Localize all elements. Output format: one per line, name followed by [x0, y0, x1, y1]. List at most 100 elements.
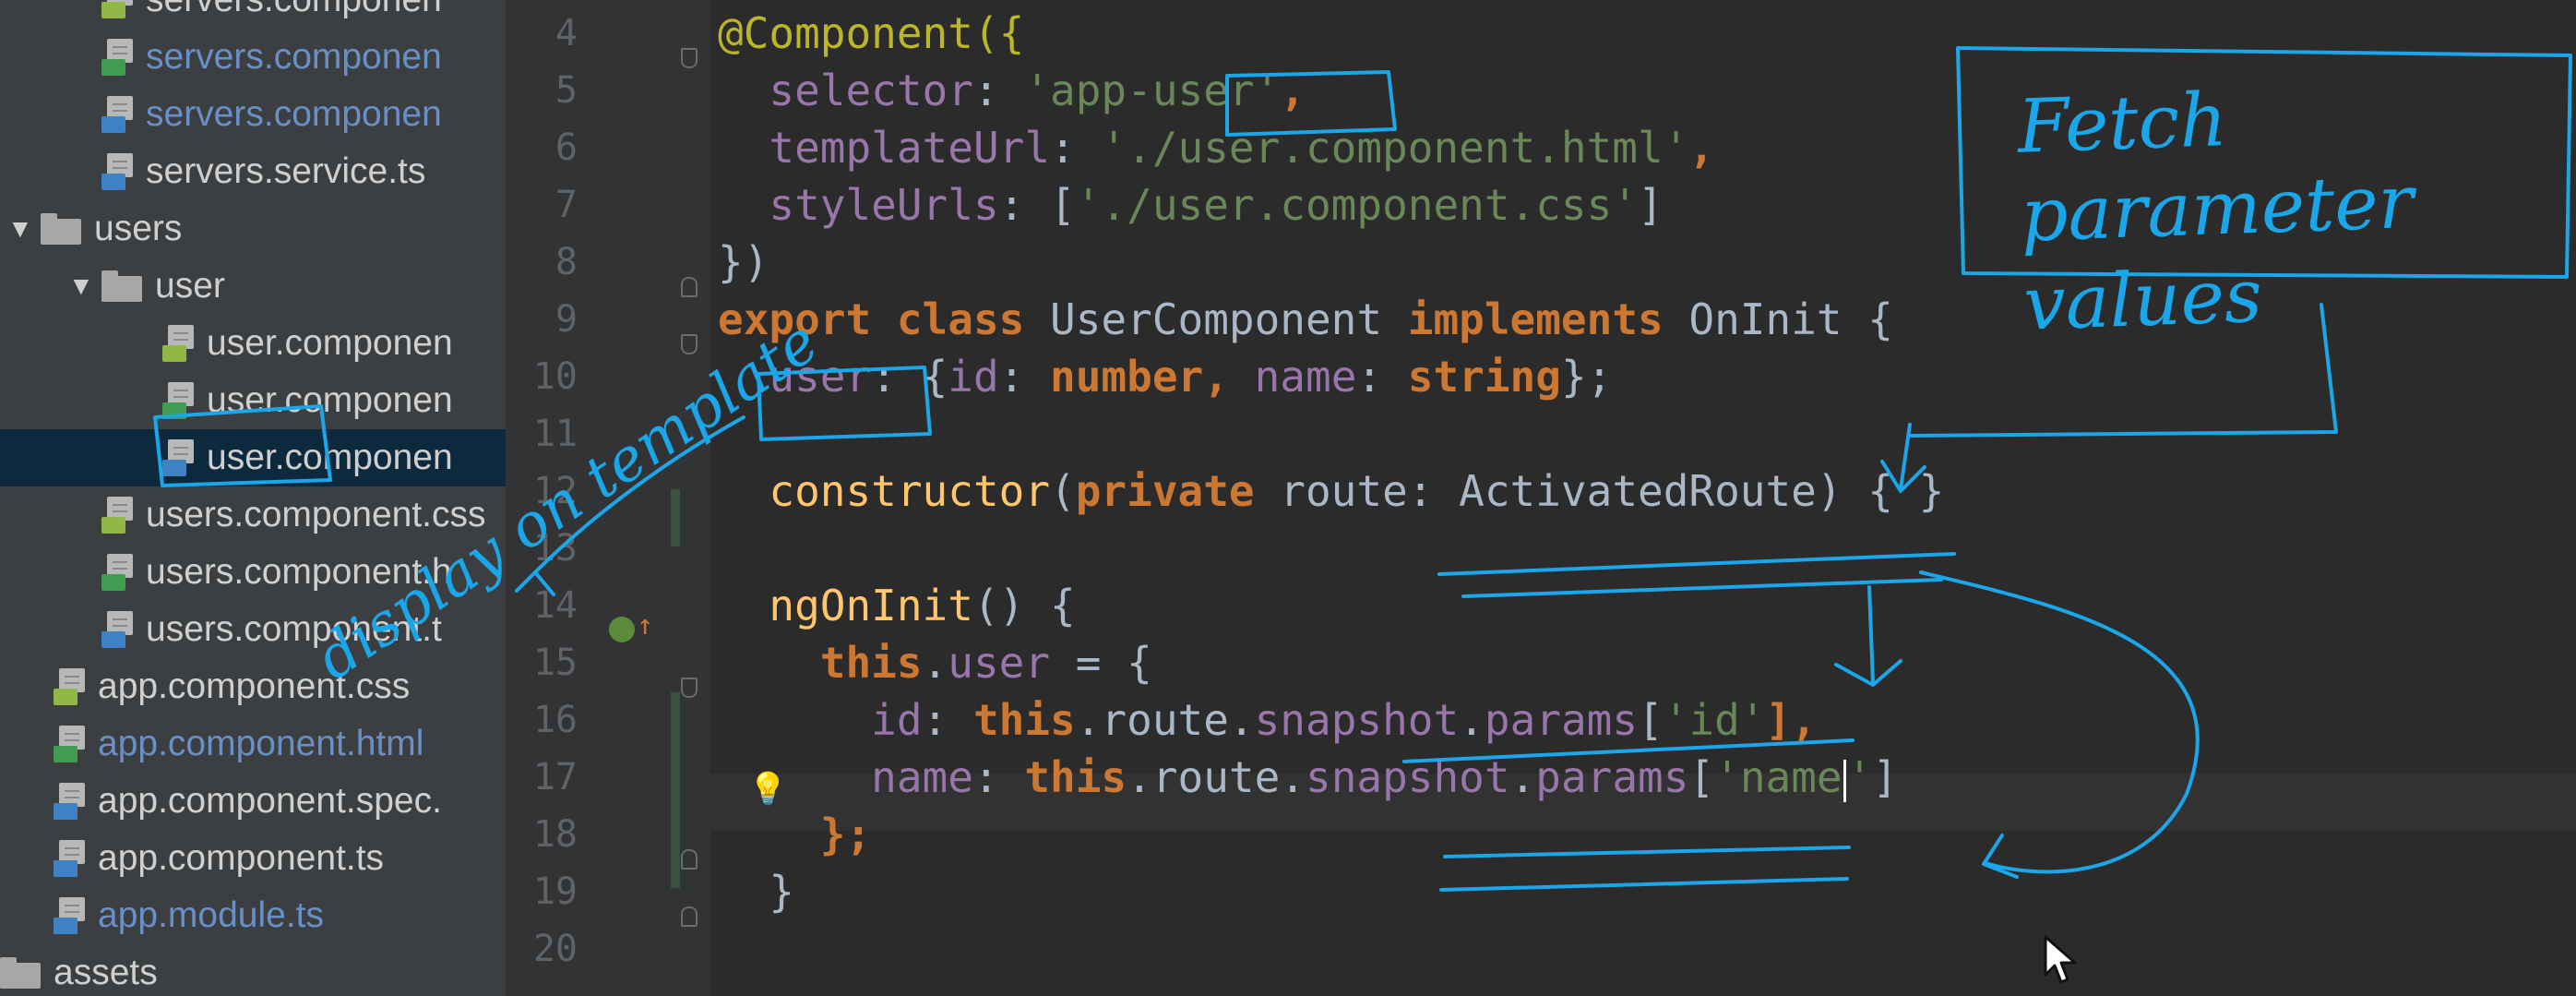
code-token: .: [922, 638, 948, 688]
tree-file[interactable]: user.componen: [0, 315, 506, 372]
expand-caret-icon[interactable]: ▼: [7, 214, 33, 244]
code-token: UserComponent: [1050, 294, 1408, 344]
code-token: id: [948, 352, 999, 402]
tree-item-label: user.componen: [207, 438, 453, 477]
fold-marker-icon[interactable]: [681, 277, 698, 297]
code-token: this: [972, 695, 1076, 745]
ts-file-icon: [101, 153, 135, 190]
code-token: };: [718, 810, 872, 859]
tree-file[interactable]: app.component.spec.: [0, 773, 506, 830]
code-token: templateUrl: [718, 123, 1051, 173]
code-token: this: [1024, 752, 1127, 802]
code-token: }: [718, 867, 795, 917]
tree-file[interactable]: app.component.css: [0, 658, 506, 715]
code-line[interactable]: id: this.route.snapshot.params['id'],: [718, 691, 1817, 749]
code-token: .: [1459, 695, 1485, 745]
code-token: .route.: [1075, 695, 1255, 745]
tree-item-label: users.component.css: [146, 495, 486, 534]
tree-file[interactable]: app.component.ts: [0, 830, 506, 887]
fold-marker-icon[interactable]: [681, 849, 698, 870]
implements-method-icon[interactable]: [609, 617, 635, 642]
code-token: ,: [1203, 352, 1255, 402]
code-line[interactable]: export class UserComponent implements On…: [718, 291, 1893, 348]
line-number: 14: [532, 584, 578, 627]
code-line[interactable]: @Component({: [718, 5, 1024, 62]
code-token: :: [972, 752, 1025, 802]
folder-icon: [0, 957, 41, 989]
code-line[interactable]: this.user = {: [718, 634, 1152, 691]
code-token: ': [1846, 752, 1873, 802]
tree-item-label: servers.componen: [146, 0, 442, 20]
code-line[interactable]: constructor(private route: ActivatedRout…: [718, 462, 1944, 520]
css-file-icon: [101, 0, 135, 18]
code-line[interactable]: }): [718, 234, 769, 291]
code-line[interactable]: };: [718, 806, 871, 863]
fold-marker-icon[interactable]: [681, 678, 698, 698]
code-token: ,: [1280, 66, 1306, 115]
tree-file[interactable]: servers.service.ts: [0, 143, 506, 200]
code-token: ]: [1872, 752, 1899, 802]
line-number: 19: [532, 870, 578, 913]
code-token: selector: [718, 66, 973, 115]
code-token: 'name: [1714, 752, 1843, 802]
line-number: 4: [555, 12, 578, 54]
line-number: 7: [555, 184, 578, 226]
intention-bulb-icon[interactable]: 💡: [748, 771, 787, 808]
tree-file[interactable]: servers.componen: [0, 29, 506, 86]
tree-item-label: app.component.spec.: [98, 781, 442, 821]
code-token: [: [1688, 752, 1715, 802]
code-token: id: [718, 695, 923, 745]
tree-file[interactable]: servers.componen: [0, 0, 506, 29]
line-number: 11: [532, 413, 578, 455]
line-number: 5: [555, 69, 578, 112]
override-arrow-icon[interactable]: ↑: [637, 609, 653, 642]
code-line[interactable]: user: {id: number, name: string};: [718, 348, 1612, 405]
css-file-icon: [101, 497, 135, 534]
code-line[interactable]: selector: 'app-user',: [718, 62, 1306, 119]
code-token: };: [1560, 352, 1613, 402]
folder-icon: [41, 213, 81, 245]
tree-file[interactable]: app.component.html: [0, 715, 506, 773]
code-token: 'app-user': [1024, 66, 1281, 115]
code-token: @Component({: [718, 8, 1025, 58]
code-token: number: [1050, 352, 1204, 402]
tree-item-label: user: [155, 266, 225, 306]
code-token: styleUrls: [718, 180, 999, 230]
change-marker: [671, 489, 680, 546]
code-token: './user.component.css': [1075, 180, 1639, 230]
code-line[interactable]: templateUrl: './user.component.html',: [718, 119, 1714, 176]
fold-marker-icon[interactable]: [681, 48, 698, 68]
fold-marker-icon[interactable]: [681, 334, 698, 354]
tree-item-label: servers.componen: [146, 94, 442, 134]
code-line[interactable]: ngOnInit() {: [718, 577, 1075, 634]
code-token: './user.component.html': [1101, 123, 1689, 173]
code-token: constructor: [718, 466, 1051, 516]
ts-file-icon: [54, 783, 87, 820]
tree-file[interactable]: app.module.ts: [0, 887, 506, 944]
tree-item-label: app.component.ts: [98, 838, 385, 878]
code-token: [: [1638, 695, 1664, 745]
code-token: implements: [1407, 294, 1689, 344]
code-token: params: [1535, 752, 1689, 802]
tree-folder[interactable]: ▼ users: [0, 200, 506, 258]
code-token: snapshot: [1306, 752, 1510, 802]
code-token: = {: [1050, 638, 1152, 688]
tree-file[interactable]: user.componen: [0, 429, 506, 486]
code-token: string: [1407, 352, 1561, 402]
expand-caret-icon[interactable]: ▼: [68, 271, 94, 301]
code-line[interactable]: }: [718, 863, 794, 920]
code-line[interactable]: name: this.route.snapshot.params['name ']: [718, 749, 1898, 806]
ts-file-icon: [162, 439, 196, 476]
fold-marker-icon[interactable]: [681, 906, 698, 927]
code-token: ],: [1765, 695, 1817, 745]
tree-item-label: user.componen: [207, 380, 453, 420]
tree-folder[interactable]: ▼ user: [0, 258, 506, 315]
tree-item-label: assets: [54, 953, 158, 992]
tree-file[interactable]: users.component.css: [0, 486, 506, 544]
tree-file[interactable]: user.componen: [0, 372, 506, 429]
tree-file[interactable]: servers.componen: [0, 86, 506, 143]
code-line[interactable]: styleUrls: ['./user.component.css']: [718, 176, 1663, 234]
tree-folder[interactable]: assets: [0, 944, 506, 996]
code-token: :: [1356, 352, 1408, 402]
css-file-icon: [162, 325, 196, 362]
